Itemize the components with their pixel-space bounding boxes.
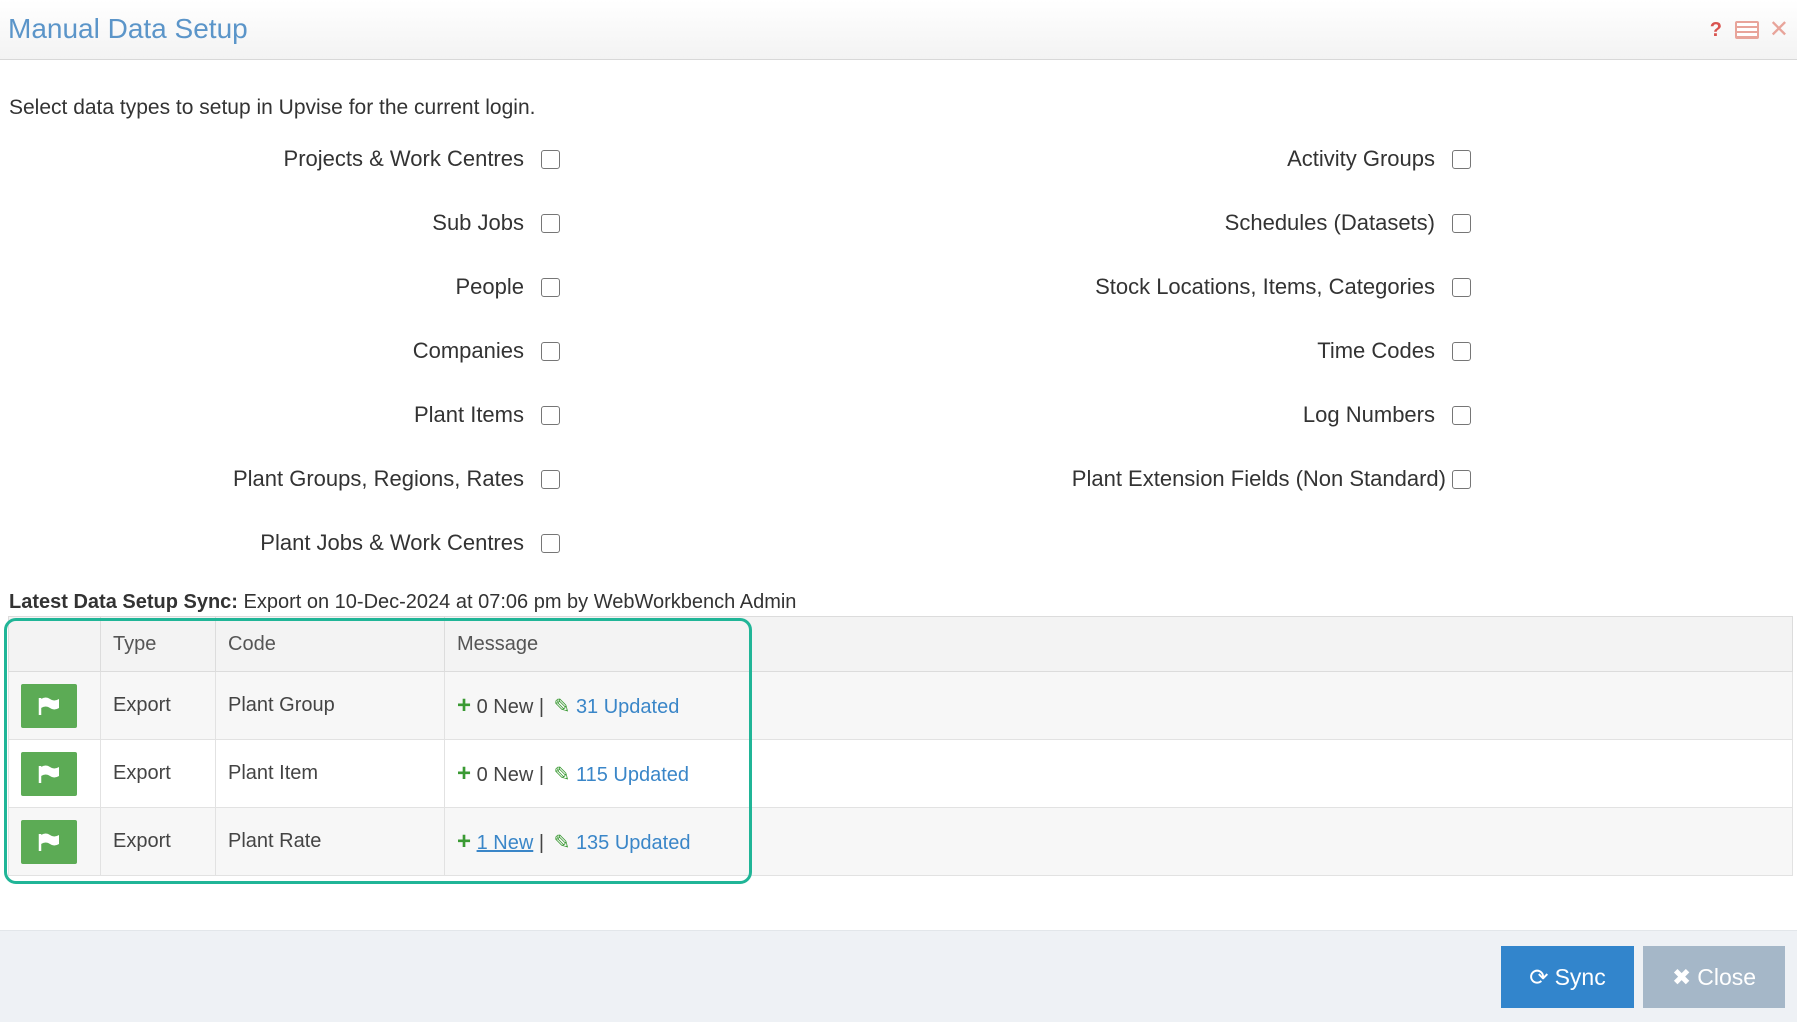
- option-label: People: [455, 274, 524, 299]
- option-label: Companies: [412, 338, 524, 363]
- option-schedules-datasets[interactable]: Schedules (Datasets): [1225, 210, 1471, 236]
- row-code: Plant Group: [215, 671, 445, 740]
- option-people[interactable]: People: [455, 274, 560, 300]
- option-label: Plant Items: [413, 402, 524, 427]
- edit-icon: ✎: [553, 695, 571, 718]
- option-label: Activity Groups: [1287, 146, 1435, 171]
- close-button-label: Close: [1697, 963, 1757, 990]
- sync-button[interactable]: ⟳ Sync: [1501, 946, 1634, 1008]
- question-icon[interactable]: ?: [1707, 20, 1725, 40]
- option-projects-work-centres[interactable]: Projects & Work Centres: [284, 146, 560, 172]
- row-message: + 0 New | ✎ 115 Updated: [444, 739, 1793, 808]
- column-header-type[interactable]: Type: [100, 616, 216, 672]
- activity-groups-checkbox[interactable]: [1452, 149, 1471, 169]
- intro-text: Select data types to setup in Upvise for…: [9, 96, 536, 119]
- titlebar-icons: ? ✕: [1707, 18, 1789, 42]
- sync-button-label: Sync: [1554, 963, 1606, 990]
- option-plant-jobs-work-centres[interactable]: Plant Jobs & Work Centres: [260, 530, 560, 556]
- column-header-code[interactable]: Code: [215, 616, 445, 672]
- list-icon[interactable]: [1734, 21, 1759, 39]
- row-message: + 1 New | ✎ 135 Updated: [444, 807, 1793, 876]
- option-activity-groups[interactable]: Activity Groups: [1287, 146, 1471, 172]
- plus-icon: +: [457, 759, 472, 787]
- updated-link[interactable]: 31 Updated: [576, 696, 679, 718]
- plant-items-checkbox[interactable]: [541, 405, 560, 425]
- column-header-message[interactable]: Message: [444, 616, 1793, 672]
- flag-icon[interactable]: [21, 751, 77, 796]
- dialog-titlebar: Manual Data Setup ? ✕: [0, 0, 1797, 60]
- stock-locations-checkbox[interactable]: [1452, 277, 1471, 297]
- flag-icon[interactable]: [21, 683, 77, 728]
- log-numbers-checkbox[interactable]: [1452, 405, 1471, 425]
- plus-icon: +: [457, 827, 472, 855]
- sub-jobs-checkbox[interactable]: [541, 213, 560, 233]
- table-row[interactable]: Export Plant Group + 0 New | ✎ 31 Update…: [8, 671, 1793, 740]
- new-count: 0 New: [476, 763, 534, 786]
- option-label: Schedules (Datasets): [1224, 210, 1435, 235]
- close-icon[interactable]: ✕: [1769, 18, 1789, 42]
- time-codes-checkbox[interactable]: [1452, 341, 1471, 361]
- table-header-row: Type Code Message: [8, 616, 1793, 672]
- option-label: Plant Groups, Regions, Rates: [232, 466, 524, 491]
- separator: |: [538, 831, 545, 854]
- companies-checkbox[interactable]: [541, 341, 560, 361]
- latest-sync-text: Export on 10-Dec-2024 at 07:06 pm by Web…: [243, 591, 797, 613]
- updated-link[interactable]: 115 Updated: [576, 764, 689, 786]
- table-row[interactable]: Export Plant Rate + 1 New | ✎ 135 Update…: [8, 807, 1793, 876]
- row-type: Export: [100, 739, 216, 808]
- option-companies[interactable]: Companies: [413, 338, 560, 364]
- row-icon-cell: [8, 671, 101, 740]
- new-link[interactable]: 1 New: [477, 832, 534, 854]
- row-icon-cell: [8, 739, 101, 808]
- row-code: Plant Item: [215, 739, 445, 808]
- plant-extension-fields-checkbox[interactable]: [1452, 469, 1471, 489]
- latest-sync-line: Latest Data Setup Sync: Export on 10-Dec…: [9, 591, 796, 614]
- close-button[interactable]: ✖ Close: [1643, 946, 1785, 1008]
- row-type: Export: [100, 807, 216, 876]
- option-label: Time Codes: [1317, 338, 1435, 363]
- sync-results-table: Type Code Message Export Plant Group + 0…: [8, 616, 1793, 876]
- row-code: Plant Rate: [215, 807, 445, 876]
- option-label: Projects & Work Centres: [283, 146, 524, 171]
- people-checkbox[interactable]: [541, 277, 560, 297]
- flag-icon[interactable]: [21, 819, 77, 864]
- edit-icon: ✎: [553, 831, 571, 854]
- option-plant-items[interactable]: Plant Items: [414, 402, 560, 428]
- column-header-icon: [8, 616, 101, 672]
- edit-icon: ✎: [553, 763, 571, 786]
- refresh-icon: ⟳: [1529, 963, 1549, 990]
- option-plant-groups-regions-rates[interactable]: Plant Groups, Regions, Rates: [233, 466, 560, 492]
- option-stock-locations[interactable]: Stock Locations, Items, Categories: [1095, 274, 1471, 300]
- option-plant-extension-fields[interactable]: Plant Extension Fields (Non Standard): [1072, 466, 1471, 492]
- projects-work-centres-checkbox[interactable]: [541, 149, 560, 169]
- option-sub-jobs[interactable]: Sub Jobs: [432, 210, 560, 236]
- option-log-numbers[interactable]: Log Numbers: [1303, 402, 1471, 428]
- new-count: 0 New: [476, 695, 534, 718]
- option-label: Plant Jobs & Work Centres: [260, 530, 524, 555]
- updated-link[interactable]: 135 Updated: [576, 832, 691, 854]
- option-label: Stock Locations, Items, Categories: [1095, 274, 1435, 299]
- separator: |: [538, 695, 545, 718]
- latest-sync-label: Latest Data Setup Sync:: [9, 591, 238, 613]
- close-icon: ✖: [1671, 963, 1692, 990]
- schedules-datasets-checkbox[interactable]: [1452, 213, 1471, 233]
- row-type: Export: [100, 671, 216, 740]
- option-label: Plant Extension Fields (Non Standard): [1071, 466, 1446, 491]
- dialog-title: Manual Data Setup: [8, 13, 248, 44]
- plus-icon: +: [457, 691, 472, 719]
- separator: |: [538, 763, 545, 786]
- plant-groups-regions-rates-checkbox[interactable]: [541, 469, 560, 489]
- row-icon-cell: [8, 807, 101, 876]
- option-label: Sub Jobs: [432, 210, 524, 235]
- row-message: + 0 New | ✎ 31 Updated: [444, 671, 1793, 740]
- option-time-codes[interactable]: Time Codes: [1317, 338, 1471, 364]
- option-label: Log Numbers: [1302, 402, 1435, 427]
- table-row[interactable]: Export Plant Item + 0 New | ✎ 115 Update…: [8, 739, 1793, 808]
- plant-jobs-work-centres-checkbox[interactable]: [541, 533, 560, 553]
